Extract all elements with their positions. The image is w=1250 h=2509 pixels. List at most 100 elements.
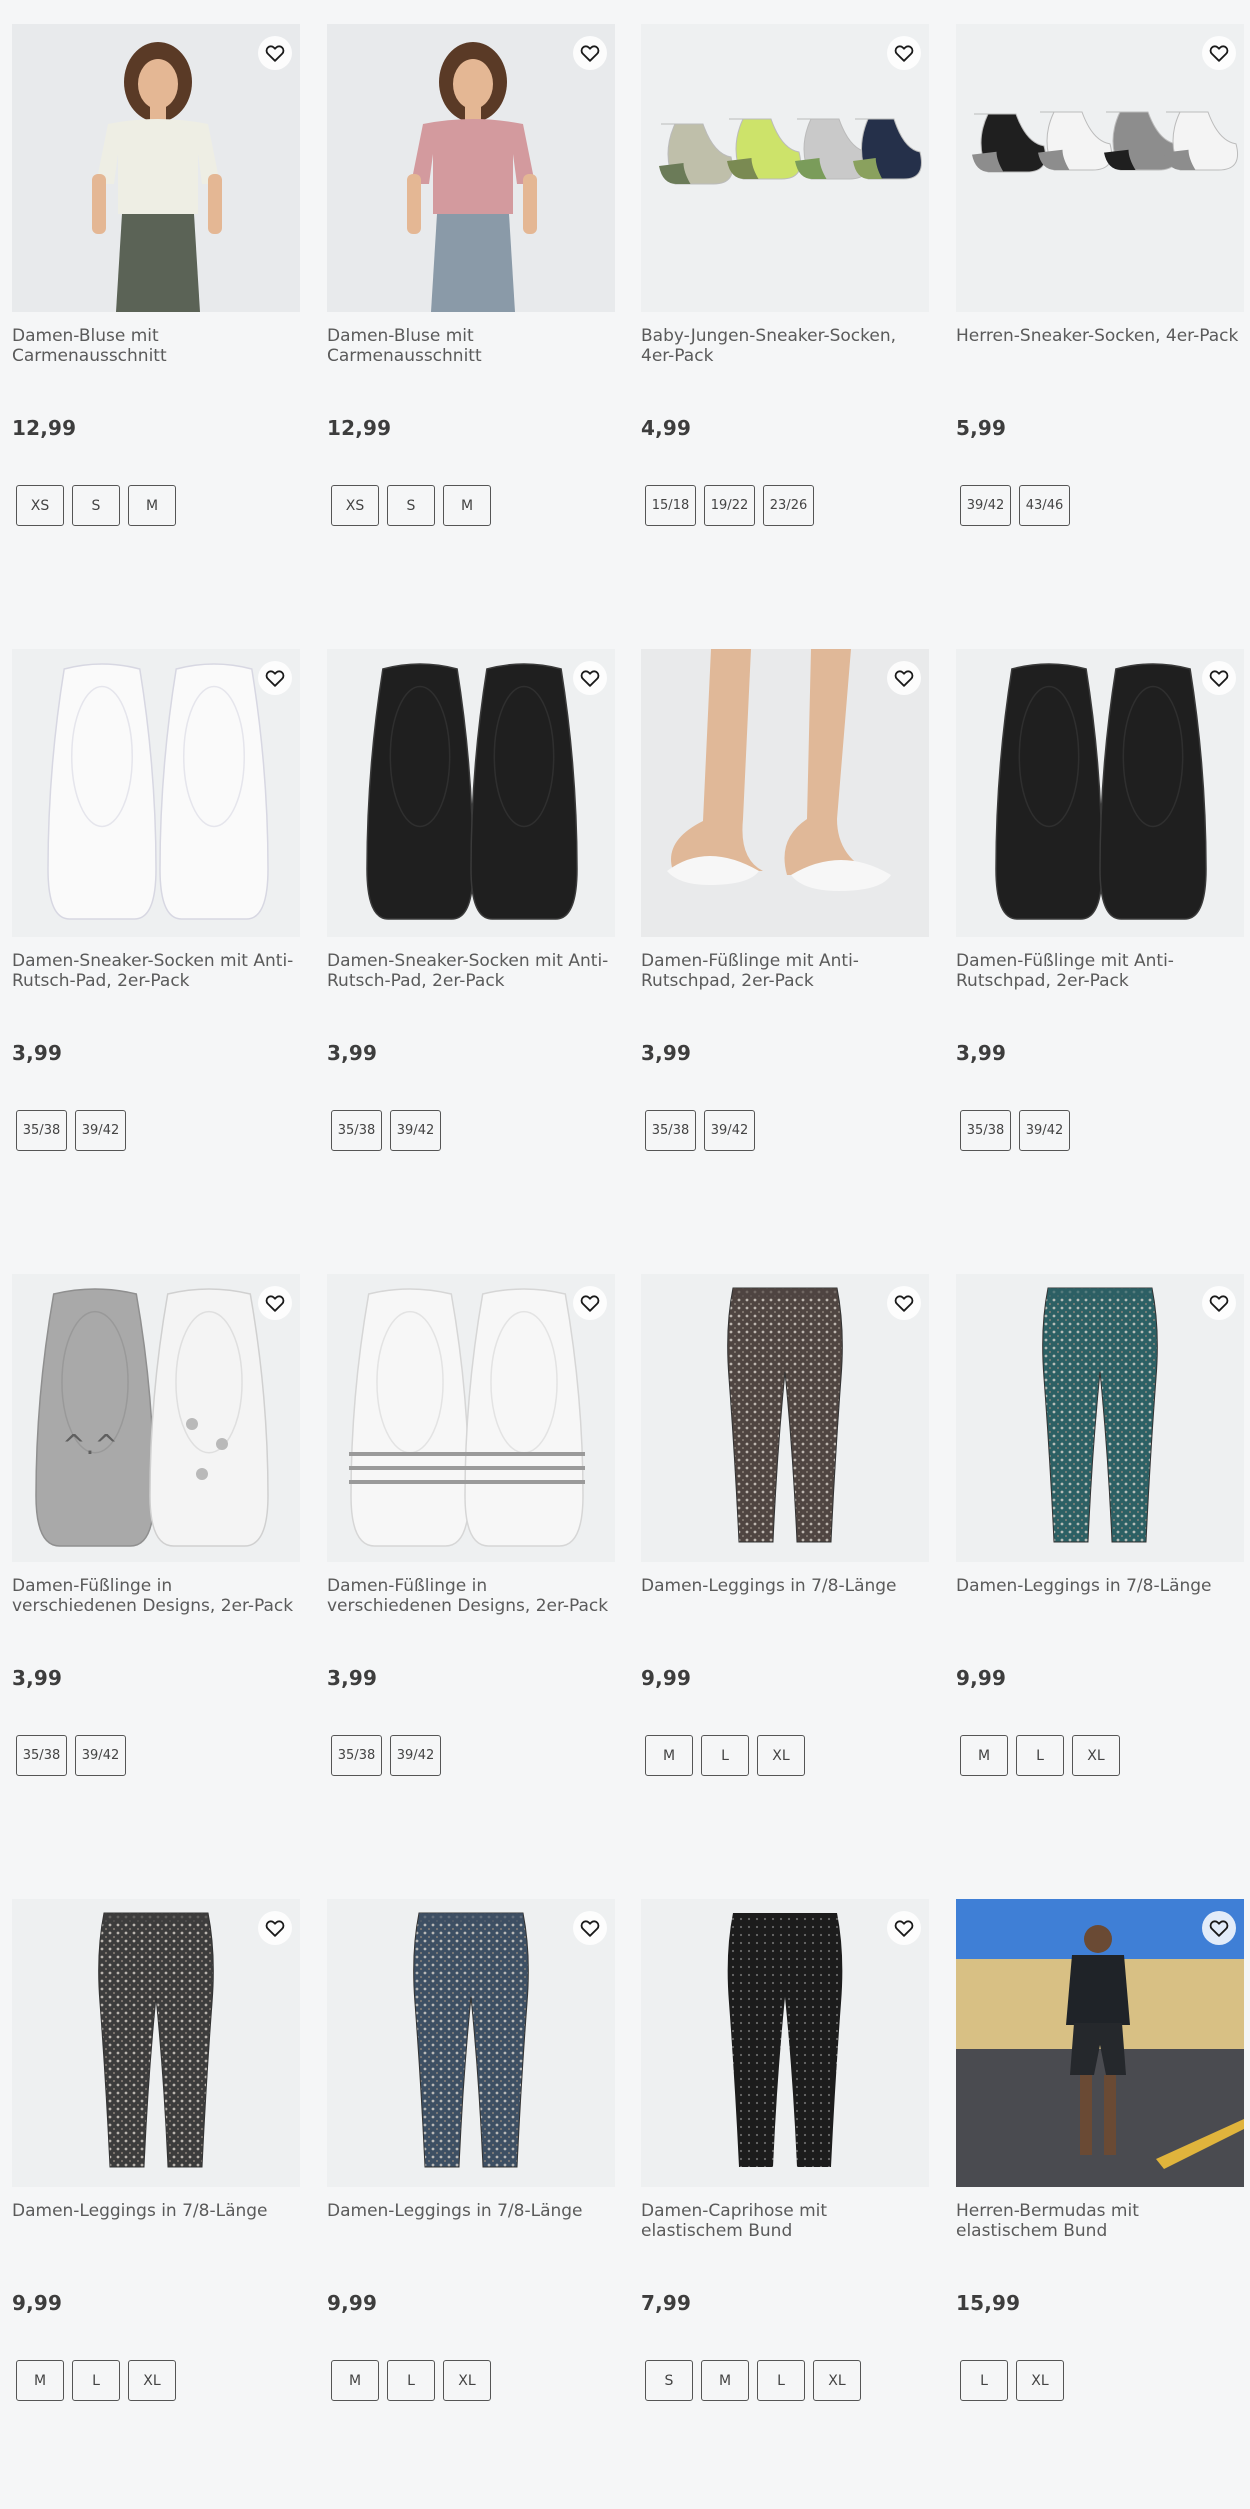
- product-image[interactable]: [956, 1274, 1244, 1562]
- favorite-heart-icon[interactable]: [573, 1911, 607, 1945]
- product-card[interactable]: Herren-Sneaker-Socken, 4er-Pack 5,99 39/42…: [956, 24, 1244, 604]
- size-option-button[interactable]: XL: [1016, 2360, 1064, 2401]
- size-option-button[interactable]: L: [1016, 1735, 1064, 1776]
- product-name[interactable]: Baby-Jungen-Sneaker-Socken, 4er-Pack: [641, 326, 929, 366]
- product-name[interactable]: Damen-Füßlinge in verschiedenen Designs,…: [327, 1576, 615, 1616]
- favorite-heart-icon[interactable]: [887, 1911, 921, 1945]
- size-option-button[interactable]: M: [960, 1735, 1008, 1776]
- product-name[interactable]: Herren-Bermudas mit elastischem Bund: [956, 2201, 1244, 2241]
- product-card[interactable]: Damen-Füßlinge mit Anti-Rutschpad, 2er-P…: [641, 649, 929, 1229]
- size-option-button[interactable]: S: [72, 485, 120, 526]
- product-card[interactable]: Damen-Füßlinge mit Anti-Rutschpad, 2er-P…: [956, 649, 1244, 1229]
- product-image[interactable]: [327, 649, 615, 937]
- product-name[interactable]: Damen-Leggings in 7/8-Länge: [327, 2201, 615, 2221]
- size-option-button[interactable]: XL: [757, 1735, 805, 1776]
- size-option-button[interactable]: L: [960, 2360, 1008, 2401]
- size-option-button[interactable]: 35/38: [331, 1110, 382, 1151]
- size-option-button[interactable]: L: [757, 2360, 805, 2401]
- product-name[interactable]: Damen-Leggings in 7/8-Länge: [956, 1576, 1244, 1596]
- favorite-heart-icon[interactable]: [573, 1286, 607, 1320]
- size-option-button[interactable]: 39/42: [960, 485, 1011, 526]
- product-card[interactable]: Damen-Sneaker-Socken mit Anti-Rutsch-Pad…: [12, 649, 300, 1229]
- size-option-button[interactable]: XL: [1072, 1735, 1120, 1776]
- product-name[interactable]: Damen-Bluse mit Carmenausschnitt: [12, 326, 300, 366]
- product-card[interactable]: Damen-Caprihose mit elastischem Bund 7,99…: [641, 1899, 929, 2479]
- product-name[interactable]: Damen-Sneaker-Socken mit Anti-Rutsch-Pad…: [12, 951, 300, 991]
- size-option-button[interactable]: M: [16, 2360, 64, 2401]
- size-option-button[interactable]: L: [387, 2360, 435, 2401]
- product-image[interactable]: [956, 24, 1244, 312]
- product-image[interactable]: [641, 649, 929, 937]
- size-option-button[interactable]: 39/42: [390, 1735, 441, 1776]
- size-option-button[interactable]: 35/38: [331, 1735, 382, 1776]
- product-card[interactable]: Baby-Jungen-Sneaker-Socken, 4er-Pack 4,99…: [641, 24, 929, 604]
- size-option-button[interactable]: 19/22: [704, 485, 755, 526]
- size-option-button[interactable]: M: [645, 1735, 693, 1776]
- favorite-heart-icon[interactable]: [887, 36, 921, 70]
- product-image[interactable]: [641, 1899, 929, 2187]
- product-image[interactable]: [641, 1274, 929, 1562]
- size-option-button[interactable]: 35/38: [16, 1735, 67, 1776]
- size-option-button[interactable]: L: [701, 1735, 749, 1776]
- size-option-button[interactable]: 35/38: [16, 1110, 67, 1151]
- product-card[interactable]: Damen-Sneaker-Socken mit Anti-Rutsch-Pad…: [327, 649, 615, 1229]
- favorite-heart-icon[interactable]: [887, 661, 921, 695]
- size-option-button[interactable]: XS: [16, 485, 64, 526]
- favorite-heart-icon[interactable]: [1202, 36, 1236, 70]
- product-card[interactable]: Damen-Leggings in 7/8-Länge 9,99 M L XL: [641, 1274, 929, 1854]
- product-card[interactable]: Damen-Bluse mit Carmenausschnitt 12,99 XS S…: [12, 24, 300, 604]
- product-image[interactable]: [327, 24, 615, 312]
- product-name[interactable]: Damen-Füßlinge in verschiedenen Designs,…: [12, 1576, 300, 1616]
- product-image[interactable]: [956, 1899, 1244, 2187]
- size-option-button[interactable]: 23/26: [763, 485, 814, 526]
- size-option-button[interactable]: 39/42: [704, 1110, 755, 1151]
- product-image[interactable]: [12, 24, 300, 312]
- size-option-button[interactable]: XL: [813, 2360, 861, 2401]
- product-card[interactable]: Damen-Leggings in 7/8-Länge 9,99 M L XL: [956, 1274, 1244, 1854]
- favorite-heart-icon[interactable]: [1202, 661, 1236, 695]
- size-option-button[interactable]: XL: [443, 2360, 491, 2401]
- product-name[interactable]: Damen-Füßlinge mit Anti-Rutschpad, 2er-P…: [956, 951, 1244, 991]
- size-option-button[interactable]: M: [443, 485, 491, 526]
- product-image[interactable]: [641, 24, 929, 312]
- size-option-button[interactable]: M: [701, 2360, 749, 2401]
- size-option-button[interactable]: 43/46: [1019, 485, 1070, 526]
- product-image[interactable]: [956, 649, 1244, 937]
- product-card[interactable]: Damen-Leggings in 7/8-Länge 9,99 M L XL: [327, 1899, 615, 2479]
- size-option-button[interactable]: XS: [331, 485, 379, 526]
- size-option-button[interactable]: 39/42: [75, 1110, 126, 1151]
- size-option-button[interactable]: M: [331, 2360, 379, 2401]
- size-option-button[interactable]: S: [645, 2360, 693, 2401]
- favorite-heart-icon[interactable]: [258, 1911, 292, 1945]
- size-option-button[interactable]: L: [72, 2360, 120, 2401]
- favorite-heart-icon[interactable]: [258, 36, 292, 70]
- product-image[interactable]: [12, 649, 300, 937]
- favorite-heart-icon[interactable]: [258, 661, 292, 695]
- product-name[interactable]: Damen-Sneaker-Socken mit Anti-Rutsch-Pad…: [327, 951, 615, 991]
- product-image[interactable]: [327, 1274, 615, 1562]
- product-image[interactable]: [327, 1899, 615, 2187]
- size-option-button[interactable]: 39/42: [390, 1110, 441, 1151]
- size-option-button[interactable]: 35/38: [645, 1110, 696, 1151]
- favorite-heart-icon[interactable]: [1202, 1911, 1236, 1945]
- product-card[interactable]: Damen-Bluse mit Carmenausschnitt 12,99 XS S…: [327, 24, 615, 604]
- product-image[interactable]: [12, 1899, 300, 2187]
- favorite-heart-icon[interactable]: [258, 1286, 292, 1320]
- favorite-heart-icon[interactable]: [573, 36, 607, 70]
- size-option-button[interactable]: 39/42: [1019, 1110, 1070, 1151]
- favorite-heart-icon[interactable]: [1202, 1286, 1236, 1320]
- product-name[interactable]: Damen-Leggings in 7/8-Länge: [12, 2201, 300, 2221]
- favorite-heart-icon[interactable]: [573, 661, 607, 695]
- product-card[interactable]: ^.^ Damen-Füßlinge in verschiedenen Desig…: [12, 1274, 300, 1854]
- size-option-button[interactable]: 35/38: [960, 1110, 1011, 1151]
- size-option-button[interactable]: XL: [128, 2360, 176, 2401]
- size-option-button[interactable]: 39/42: [75, 1735, 126, 1776]
- size-option-button[interactable]: M: [128, 485, 176, 526]
- product-name[interactable]: Damen-Bluse mit Carmenausschnitt: [327, 326, 615, 366]
- product-image[interactable]: ^.^: [12, 1274, 300, 1562]
- product-name[interactable]: Herren-Sneaker-Socken, 4er-Pack: [956, 326, 1244, 346]
- product-card[interactable]: Herren-Bermudas mit elastischem Bund 15,9…: [956, 1899, 1244, 2479]
- product-card[interactable]: Damen-Füßlinge in verschiedenen Designs,…: [327, 1274, 615, 1854]
- favorite-heart-icon[interactable]: [887, 1286, 921, 1320]
- product-name[interactable]: Damen-Füßlinge mit Anti-Rutschpad, 2er-P…: [641, 951, 929, 991]
